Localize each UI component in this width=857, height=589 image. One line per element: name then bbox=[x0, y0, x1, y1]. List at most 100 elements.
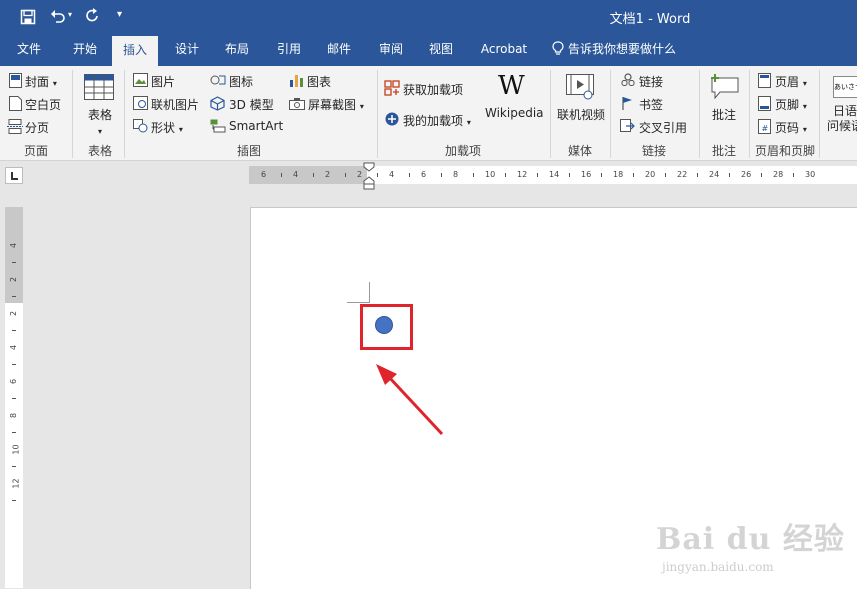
header-button[interactable]: 页眉 ▾ bbox=[775, 73, 807, 90]
svg-text:#: # bbox=[762, 124, 769, 133]
ruler-number: 4 bbox=[9, 344, 19, 351]
ruler-number: 2 bbox=[325, 170, 331, 179]
ruler-number: 6 bbox=[261, 170, 267, 179]
ruler-tick bbox=[12, 296, 16, 297]
cover-page-icon bbox=[9, 73, 22, 88]
screenshot-icon bbox=[289, 98, 305, 110]
ruler-tick bbox=[12, 500, 16, 501]
cross-reference-button[interactable]: 交叉引用 bbox=[639, 119, 687, 136]
ruler-number: 2 bbox=[357, 170, 363, 179]
ruler-number: 30 bbox=[805, 170, 816, 179]
ruler-tick bbox=[569, 173, 570, 177]
undo-dropdown-icon[interactable]: ▾ bbox=[68, 10, 72, 19]
ribbon-tabs: 文件 开始 插入 设计 布局 引用 邮件 审阅 视图 Acrobat 告诉我你想… bbox=[0, 34, 857, 66]
ruler-number: 22 bbox=[677, 170, 688, 179]
ruler-number: 4 bbox=[389, 170, 395, 179]
ruler-tick bbox=[12, 466, 16, 467]
ruler-number: 10 bbox=[485, 170, 496, 179]
online-video-button[interactable]: 联机视频 bbox=[557, 106, 605, 123]
tab-acrobat[interactable]: Acrobat bbox=[472, 34, 536, 66]
smartart-button[interactable]: SmartArt bbox=[229, 119, 283, 133]
save-icon[interactable] bbox=[20, 9, 36, 25]
ruler-tick bbox=[409, 173, 410, 177]
group-label-pages: 页面 bbox=[24, 144, 49, 158]
wikipedia-button[interactable]: Wikipedia bbox=[485, 106, 544, 120]
tab-home[interactable]: 开始 bbox=[60, 34, 110, 66]
chart-button[interactable]: 图表 bbox=[307, 73, 331, 90]
ruler-number: 8 bbox=[9, 412, 19, 419]
tab-layout[interactable]: 布局 bbox=[214, 34, 260, 66]
tab-view[interactable]: 视图 bbox=[418, 34, 464, 66]
ruler-number: 10 bbox=[11, 444, 21, 455]
baidu-watermark: Bai du 经验 jingyan.baidu.com bbox=[656, 514, 845, 574]
customize-qat-icon[interactable]: ▾ bbox=[117, 9, 122, 20]
my-addins-icon bbox=[385, 112, 399, 126]
window-title: 文档1 - Word bbox=[609, 12, 691, 27]
online-video-icon bbox=[566, 74, 594, 100]
group-separator bbox=[749, 70, 750, 158]
tell-me-box[interactable]: 告诉我你想要做什么 bbox=[552, 34, 676, 66]
bookmark-button[interactable]: 书签 bbox=[639, 96, 663, 113]
link-button[interactable]: 链接 bbox=[639, 73, 663, 90]
ruler-tick bbox=[697, 173, 698, 177]
horizontal-ruler[interactable]: 6 4 2 2 4 6 8 10 12 14 16 18 20 22 24 26 28 30 bbox=[249, 166, 857, 184]
tab-file[interactable]: 文件 bbox=[6, 34, 52, 66]
page-break-button[interactable]: 分页 bbox=[25, 119, 49, 136]
icons-icon bbox=[210, 75, 226, 85]
my-addins-button[interactable]: 我的加载项 ▾ bbox=[403, 112, 471, 129]
tab-insert[interactable]: 插入 bbox=[112, 36, 158, 66]
blank-page-icon bbox=[9, 96, 22, 111]
circle-shape[interactable] bbox=[375, 316, 393, 334]
tab-references[interactable]: 引用 bbox=[266, 34, 312, 66]
title-bar: ▾ ▾ 文档1 - Word bbox=[0, 0, 857, 34]
picture-button[interactable]: 图片 bbox=[151, 73, 175, 90]
ruler-margin bbox=[5, 207, 23, 303]
get-addins-button[interactable]: 获取加载项 bbox=[403, 81, 463, 98]
ruler-tick bbox=[12, 262, 16, 263]
page-number-button[interactable]: 页码 ▾ bbox=[775, 119, 807, 136]
ruler-tick bbox=[441, 173, 442, 177]
tab-selector[interactable] bbox=[5, 167, 23, 184]
group-label-addins: 加载项 bbox=[445, 144, 482, 158]
ruler-tick bbox=[729, 173, 730, 177]
greeting-button[interactable]: 日语问候语 bbox=[827, 104, 857, 134]
tab-review[interactable]: 审阅 bbox=[368, 34, 414, 66]
3d-model-button[interactable]: 3D 模型 bbox=[229, 96, 274, 113]
group-label-media: 媒体 bbox=[568, 144, 593, 158]
tab-design[interactable]: 设计 bbox=[164, 34, 210, 66]
tab-mailings[interactable]: 邮件 bbox=[316, 34, 362, 66]
ruler-tick bbox=[345, 173, 346, 177]
comment-button[interactable]: 批注 bbox=[712, 106, 736, 123]
screenshot-button[interactable]: 屏幕截图 ▾ bbox=[308, 96, 364, 113]
table-button[interactable]: 表格 ▾ bbox=[86, 106, 114, 137]
cover-page-button[interactable]: 封面 ▾ bbox=[25, 73, 57, 90]
ruler-tick bbox=[633, 173, 634, 177]
shapes-button[interactable]: 形状 ▾ bbox=[151, 119, 183, 136]
indent-marker-icon[interactable] bbox=[363, 162, 375, 190]
ruler-number: 14 bbox=[549, 170, 560, 179]
ruler-number: 12 bbox=[517, 170, 528, 179]
icons-button[interactable]: 图标 bbox=[229, 73, 253, 90]
group-separator bbox=[72, 70, 73, 158]
link-icon bbox=[621, 73, 635, 86]
ruler-number: 2 bbox=[9, 310, 19, 317]
ruler-number: 20 bbox=[645, 170, 656, 179]
vertical-ruler[interactable]: 4 2 2 4 6 8 10 12 bbox=[5, 207, 23, 588]
wikipedia-logo: W bbox=[498, 71, 525, 101]
ruler-number: 12 bbox=[11, 478, 21, 489]
table-icon bbox=[84, 74, 114, 100]
3d-model-icon bbox=[210, 96, 225, 111]
online-picture-button[interactable]: 联机图片 bbox=[151, 96, 199, 113]
online-picture-icon bbox=[133, 96, 148, 110]
footer-button[interactable]: 页脚 ▾ bbox=[775, 96, 807, 113]
group-separator bbox=[610, 70, 611, 158]
arrow-annotation bbox=[376, 364, 444, 436]
undo-icon[interactable] bbox=[50, 8, 66, 24]
blank-page-button[interactable]: 空白页 bbox=[25, 96, 61, 113]
watermark-url: jingyan.baidu.com bbox=[662, 560, 774, 574]
tell-me-text: 告诉我你想要做什么 bbox=[568, 42, 677, 56]
ruler-tick bbox=[12, 364, 16, 365]
ruler-tick bbox=[313, 173, 314, 177]
watermark-brand: Bai du 经验 bbox=[656, 522, 845, 557]
redo-icon[interactable] bbox=[85, 8, 101, 24]
